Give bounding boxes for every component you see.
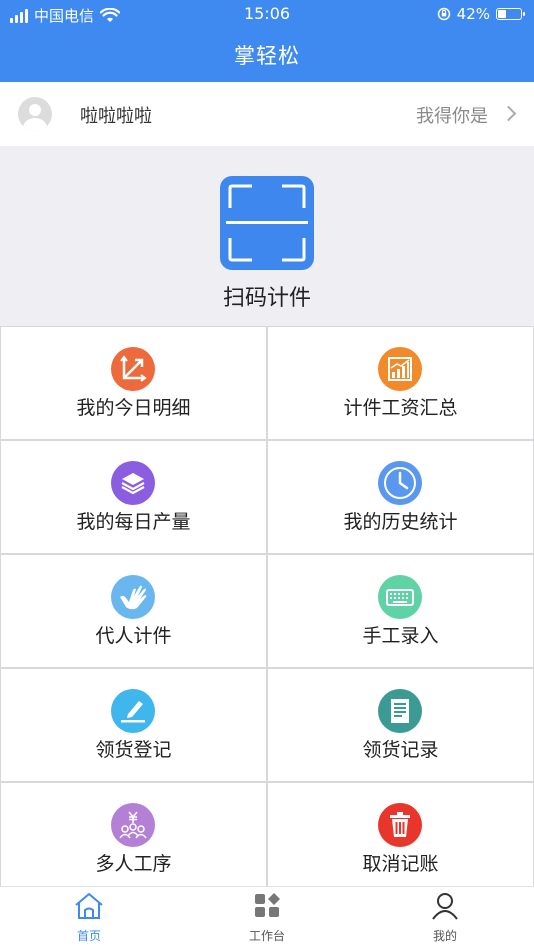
- scan-frame-icon: [226, 184, 308, 262]
- trash-icon: [378, 803, 422, 847]
- tab-bar: 首页 工作台 我的: [0, 886, 534, 951]
- person-icon: [432, 893, 458, 920]
- layers-icon: [111, 461, 155, 505]
- tab-label: 首页: [76, 929, 101, 943]
- menu-item-wage-summary[interactable]: 计件工资汇总: [268, 327, 533, 439]
- user-row[interactable]: 啦啦啦啦 我得你是: [0, 82, 534, 146]
- user-name: 啦啦啦啦: [80, 106, 152, 127]
- battery-percent: 42%: [456, 5, 490, 23]
- menu-item-daily-output[interactable]: 我的每日产量: [1, 441, 266, 553]
- menu-item-label: 领货记录: [362, 739, 439, 761]
- menu-item-multi-process[interactable]: 多人工序: [1, 783, 266, 895]
- menu-item-label: 多人工序: [95, 853, 172, 875]
- home-icon: [75, 893, 103, 919]
- chevron-right-icon: [500, 105, 517, 122]
- menu-item-label: 计件工资汇总: [343, 397, 458, 419]
- rotation-lock-icon: [437, 7, 450, 21]
- document-icon: [378, 689, 422, 733]
- menu-item-label: 我的每日产量: [76, 511, 191, 533]
- menu-item-label: 我的今日明细: [76, 397, 191, 419]
- menu-item-pickup-records[interactable]: 领货记录: [268, 669, 533, 781]
- menu-item-proxy-count[interactable]: 代人计件: [1, 555, 266, 667]
- scan-button[interactable]: [220, 176, 314, 270]
- user-note: 我得你是: [416, 106, 488, 127]
- tab-workbench[interactable]: 工作台: [207, 891, 327, 944]
- avatar: [18, 97, 52, 131]
- top-bar: 中国电信 15:06 42% 掌轻松: [0, 0, 534, 82]
- menu-item-label: 代人计件: [95, 625, 172, 647]
- hand-icon: [111, 575, 155, 619]
- tab-home[interactable]: 首页: [29, 891, 149, 944]
- keyboard-icon: [378, 575, 422, 619]
- menu-item-label: 手工录入: [362, 625, 439, 647]
- menu-item-pickup-register[interactable]: 领货登记: [1, 669, 266, 781]
- menu-grid: 我的今日明细 计件工资汇总 我的每日产量 我的历史统计 代人计件 手工录入 领货…: [0, 326, 534, 896]
- menu-item-label: 我的历史统计: [343, 511, 458, 533]
- menu-item-cancel-entry[interactable]: 取消记账: [268, 783, 533, 895]
- tab-mine[interactable]: 我的: [385, 891, 505, 944]
- menu-item-today-detail[interactable]: 我的今日明细: [1, 327, 266, 439]
- clock-icon: [378, 461, 422, 505]
- menu-item-label: 领货登记: [95, 739, 172, 761]
- tab-label: 我的: [432, 929, 457, 943]
- workbench-icon: [255, 893, 280, 917]
- scan-section: 扫码计件: [0, 146, 534, 326]
- menu-item-manual-entry[interactable]: 手工录入: [268, 555, 533, 667]
- status-bar: 中国电信 15:06 42%: [0, 0, 534, 30]
- page-title: 掌轻松: [234, 44, 300, 68]
- bar-chart-icon: [378, 347, 422, 391]
- menu-item-history-stats[interactable]: 我的历史统计: [268, 441, 533, 553]
- battery-icon: [496, 8, 525, 20]
- chart-axis-icon: [111, 347, 155, 391]
- pen-icon: [111, 689, 155, 733]
- scan-label[interactable]: 扫码计件: [0, 280, 534, 312]
- tab-label: 工作台: [248, 929, 285, 943]
- menu-item-label: 取消记账: [362, 853, 439, 875]
- group-icon: [111, 803, 155, 847]
